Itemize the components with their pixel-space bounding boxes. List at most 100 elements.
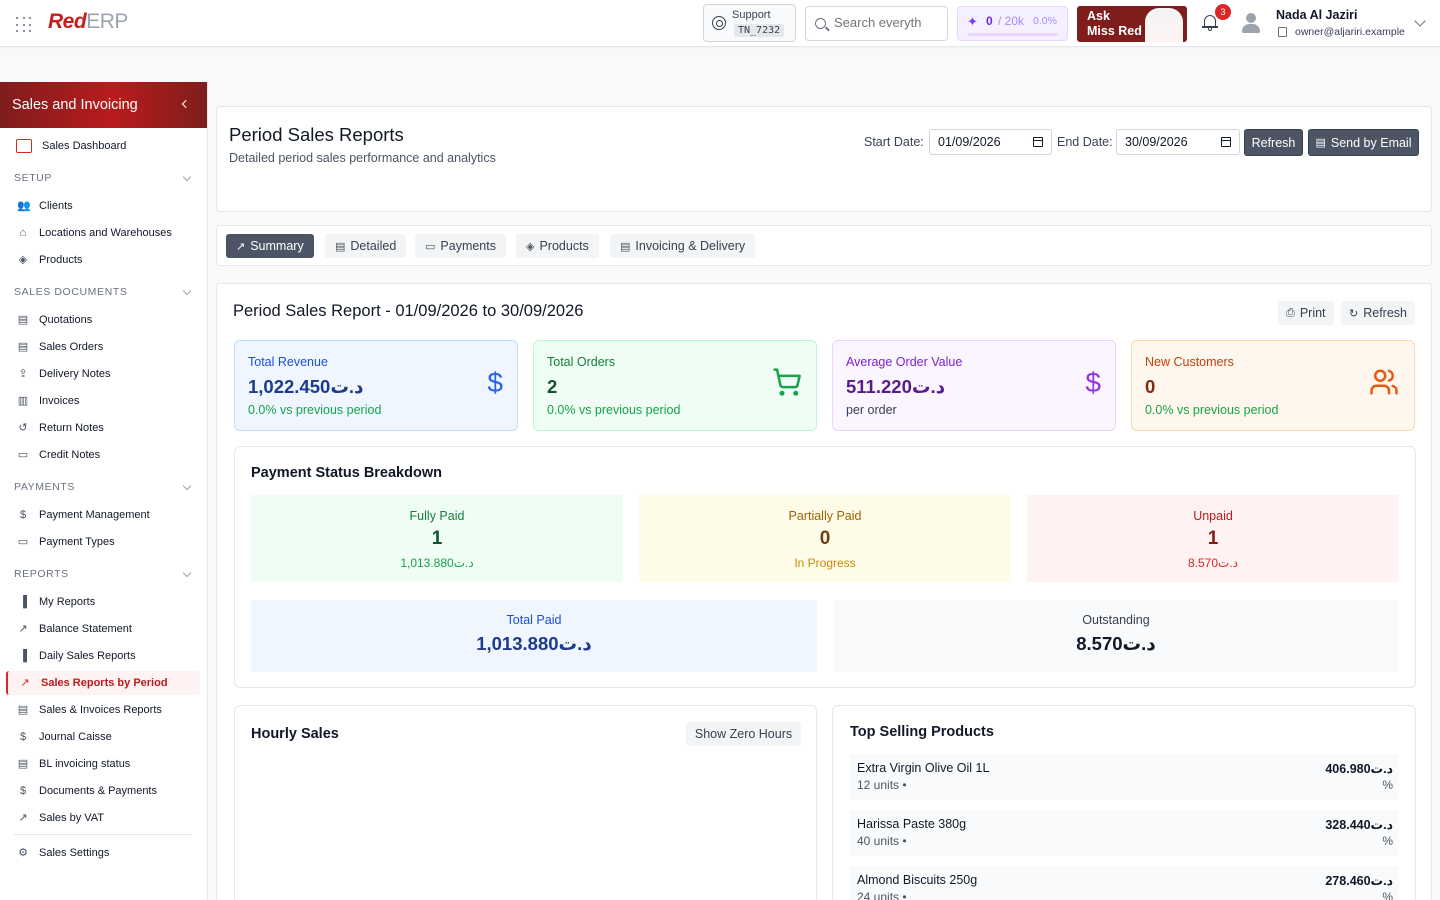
end-date-input[interactable]: 30/09/2026 bbox=[1116, 129, 1240, 155]
section-reports[interactable]: REPORTS bbox=[14, 568, 192, 582]
sidebar-item-label: Locations and Warehouses bbox=[39, 227, 172, 239]
document-icon: ▤ bbox=[620, 240, 631, 253]
stat-value: 8.570د.ت bbox=[1076, 633, 1156, 654]
start-date-input[interactable]: 01/09/2026 bbox=[929, 129, 1052, 155]
section-label: REPORTS bbox=[14, 568, 69, 580]
fully-paid-stat: Fully Paid 1 1,013.880د.ت bbox=[251, 495, 623, 582]
ai-credits-percent: 0.0% bbox=[1033, 15, 1057, 27]
stat-amount: 8.570د.ت bbox=[1187, 556, 1238, 570]
product-units: 40 units • bbox=[857, 834, 907, 848]
tab-invoicing-delivery[interactable]: ▤ Invoicing & Delivery bbox=[610, 234, 756, 258]
hourly-sales-panel: Hourly Sales Show Zero Hours bbox=[234, 705, 817, 900]
sidebar-item-documents-payments[interactable]: $ Documents & Payments bbox=[6, 779, 200, 803]
copy-icon[interactable] bbox=[1278, 27, 1287, 37]
sidebar-item-bl-invoicing[interactable]: ▤ BL invoicing status bbox=[6, 752, 200, 776]
ai-credits-meter[interactable]: ✦ 0 / 20k 0.0% bbox=[957, 6, 1068, 41]
product-share: % bbox=[1382, 834, 1393, 848]
tab-summary[interactable]: ↗ Summary bbox=[226, 234, 314, 258]
kpi-value: 2 bbox=[547, 376, 558, 397]
partially-paid-stat: Partially Paid 0 In Progress bbox=[639, 495, 1011, 582]
sidebar-item-credit-notes[interactable]: ▭ Credit Notes bbox=[6, 443, 200, 467]
tab-label: Payments bbox=[440, 239, 496, 253]
refresh-button[interactable]: Refresh bbox=[1244, 129, 1303, 156]
send-email-button[interactable]: ▤ Send by Email bbox=[1308, 129, 1419, 156]
sidebar-item-label: Journal Caisse bbox=[39, 731, 112, 743]
list-item[interactable]: Extra Virgin Olive Oil 1L 12 units • 406… bbox=[849, 754, 1399, 800]
chevron-down-icon[interactable] bbox=[1414, 15, 1426, 27]
section-payments[interactable]: PAYMENTS bbox=[14, 481, 192, 495]
document-icon: ▤ bbox=[17, 758, 29, 770]
kpi-change: 0.0% vs previous period bbox=[248, 403, 382, 417]
print-button[interactable]: ⎙ Print bbox=[1278, 301, 1334, 325]
search-box[interactable] bbox=[805, 6, 948, 41]
payment-status-panel: Payment Status Breakdown Fully Paid 1 1,… bbox=[234, 446, 1416, 688]
trend-up-icon: ↗ bbox=[20, 677, 30, 689]
user-name[interactable]: Nada Al Jaziri bbox=[1276, 8, 1358, 22]
card-icon: ▭ bbox=[17, 536, 29, 548]
chevron-down-icon bbox=[182, 172, 192, 182]
sidebar-item-invoices[interactable]: ▥ Invoices bbox=[6, 389, 200, 413]
dollar-icon: $ bbox=[19, 731, 27, 743]
stat-count: 0 bbox=[819, 528, 831, 549]
kpi-label: Total Orders bbox=[547, 355, 616, 369]
users-icon bbox=[1368, 367, 1400, 404]
tab-detailed[interactable]: ▤ Detailed bbox=[325, 234, 407, 258]
section-sales-documents[interactable]: SALES DOCUMENTS bbox=[14, 286, 192, 300]
tab-label: Invoicing & Delivery bbox=[635, 239, 746, 253]
avatar[interactable] bbox=[1241, 13, 1261, 33]
ai-credits-max: / 20k bbox=[998, 14, 1025, 28]
top-products-title: Top Selling Products bbox=[850, 724, 994, 740]
sidebar-item-clients[interactable]: 👥 Clients bbox=[6, 194, 200, 218]
collapse-sidebar-icon[interactable] bbox=[181, 99, 191, 109]
kpi-total-orders: Total Orders 2 0.0% vs previous period bbox=[533, 340, 817, 431]
sidebar-item-sales-orders[interactable]: ▤ Sales Orders bbox=[6, 335, 200, 359]
sidebar-item-label: BL invoicing status bbox=[39, 758, 131, 770]
sidebar-header: Sales and Invoicing bbox=[0, 82, 207, 128]
outstanding-stat: Outstanding 8.570د.ت bbox=[833, 600, 1399, 672]
page-subtitle: Detailed period sales performance and an… bbox=[229, 151, 496, 165]
lifebuoy-icon bbox=[712, 16, 726, 30]
sidebar-item-label: Sales Settings bbox=[39, 847, 110, 859]
sidebar-item-return-notes[interactable]: ↺ Return Notes bbox=[6, 416, 200, 440]
sidebar-item-sales-invoices-reports[interactable]: ▤ Sales & Invoices Reports bbox=[6, 698, 200, 722]
show-zero-hours-button[interactable]: Show Zero Hours bbox=[686, 722, 801, 746]
ask-miss-red-button[interactable]: Ask Miss Red bbox=[1077, 6, 1187, 42]
sidebar-item-label: Payment Types bbox=[39, 536, 115, 548]
sidebar-item-locations[interactable]: ⌂ Locations and Warehouses bbox=[6, 221, 200, 245]
sidebar-item-sales-by-period[interactable]: ↗ Sales Reports by Period bbox=[6, 671, 200, 695]
search-icon bbox=[815, 18, 826, 29]
miss-red-label: Miss Red bbox=[1087, 24, 1142, 38]
kpi-label: Average Order Value bbox=[846, 355, 963, 369]
sidebar-item-sales-by-vat[interactable]: ↗ Sales by VAT bbox=[6, 806, 200, 830]
calendar-icon[interactable] bbox=[1033, 137, 1043, 147]
search-input[interactable] bbox=[834, 15, 944, 30]
sidebar-item-my-reports[interactable]: ▐ My Reports bbox=[6, 590, 200, 614]
start-date-value: 01/09/2026 bbox=[938, 135, 1001, 149]
app-grid-icon[interactable] bbox=[16, 17, 32, 33]
kpi-new-customers: New Customers 0 0.0% vs previous period bbox=[1131, 340, 1415, 431]
list-item[interactable]: Almond Biscuits 250g 24 units • 278.460د… bbox=[849, 866, 1399, 900]
list-item[interactable]: Harissa Paste 380g 40 units • 328.440د.ت… bbox=[849, 810, 1399, 856]
sidebar-item-payment-types[interactable]: ▭ Payment Types bbox=[6, 530, 200, 554]
sidebar-item-payment-management[interactable]: $ Payment Management bbox=[6, 503, 200, 527]
calendar-icon[interactable] bbox=[1221, 137, 1231, 147]
report-refresh-button[interactable]: ↻ Refresh bbox=[1341, 301, 1415, 325]
product-name: Harissa Paste 380g bbox=[857, 817, 967, 831]
stat-label: Fully Paid bbox=[409, 509, 465, 523]
sidebar-item-label: Quotations bbox=[39, 314, 93, 326]
tab-products[interactable]: ◈ Products bbox=[516, 234, 599, 258]
sidebar-item-products[interactable]: ◈ Products bbox=[6, 248, 200, 272]
sidebar-item-sales-dashboard[interactable]: Sales Dashboard bbox=[6, 134, 200, 158]
tab-payments[interactable]: ▭ Payments bbox=[415, 234, 506, 258]
sidebar-item-daily-sales[interactable]: ▐ Daily Sales Reports bbox=[6, 644, 200, 668]
sidebar-item-sales-settings[interactable]: ⚙ Sales Settings bbox=[6, 841, 200, 865]
document-icon: ▤ bbox=[17, 704, 29, 716]
sidebar-item-delivery-notes[interactable]: ⇪ Delivery Notes bbox=[6, 362, 200, 386]
sidebar-item-balance-statement[interactable]: ↗ Balance Statement bbox=[6, 617, 200, 641]
app-logo[interactable]: RedERP bbox=[48, 10, 128, 34]
sidebar-item-label: Sales by VAT bbox=[39, 812, 105, 824]
support-button[interactable]: Support TN_7232 bbox=[703, 4, 796, 42]
section-setup[interactable]: SETUP bbox=[14, 172, 192, 186]
sidebar-item-journal-caisse[interactable]: $ Journal Caisse bbox=[6, 725, 200, 749]
sidebar-item-quotations[interactable]: ▤ Quotations bbox=[6, 308, 200, 332]
